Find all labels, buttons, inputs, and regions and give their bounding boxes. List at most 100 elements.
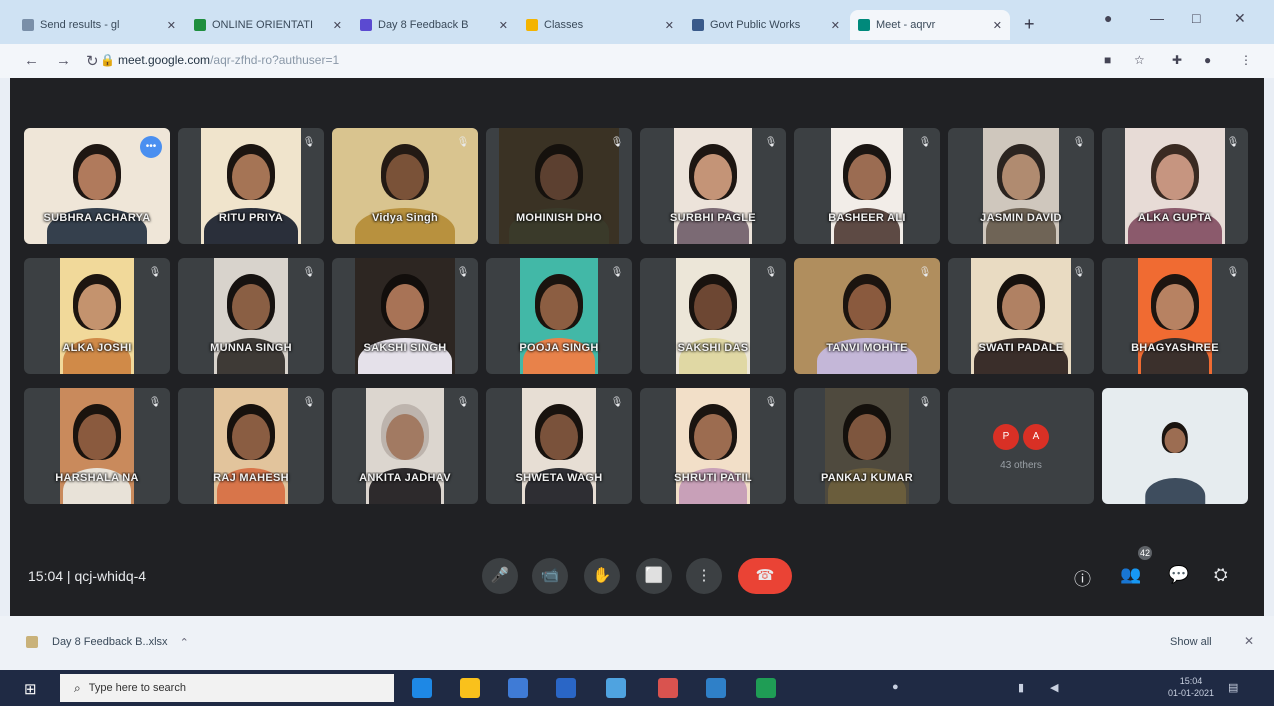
participant-tile[interactable]: SURBHI PAGLE 🎙 [640,128,786,244]
participant-name: SWATI PADALE [978,342,1064,354]
tab-close-icon[interactable]: ✕ [825,19,840,32]
participant-tile[interactable]: ALKA GUPTA 🎙 [1102,128,1248,244]
participant-video [60,258,134,374]
mic-off-icon: 🎙 [302,397,316,408]
windows-start-icon[interactable]: ⊞ [24,680,37,698]
extensions-icon[interactable]: ✚ [1172,53,1182,67]
tray-weather-icon[interactable]: ● [892,681,899,693]
browser-tab[interactable]: ONLINE ORIENTATI ✕ [186,10,350,40]
participant-tile[interactable]: Vidya Singh 🎙 [332,128,478,244]
profile-icon[interactable]: ● [1104,10,1112,26]
participant-tile[interactable]: ANKITA JADHAV 🎙 [332,388,478,504]
more-options-button[interactable]: ⋮ [686,558,722,594]
participant-tile[interactable]: HARSHALA NA 🎙 [24,388,170,504]
close-icon[interactable]: ✕ [1244,634,1254,648]
participant-face [232,414,270,460]
participant-tile[interactable]: ALKA JOSHI 🎙 [24,258,170,374]
meeting-info-icon[interactable]: ⓘ [1074,565,1091,590]
taskbar-clock[interactable]: 15:04 01-01-2021 [1168,675,1214,699]
camera-button[interactable]: 📹 [532,558,568,594]
participant-name: RITU PRIYA [218,212,284,224]
participant-tile[interactable]: SAKSHI SINGH 🎙 [332,258,478,374]
minimize-button[interactable]: — [1150,10,1164,26]
activities-icon[interactable]: ⛭ [1214,565,1228,585]
mic-icon: 🎤 [490,567,510,584]
participant-tile[interactable]: SWATI PADALE 🎙 [948,258,1094,374]
participant-tile[interactable] [1102,388,1248,504]
participant-tile[interactable]: PANKAJ KUMAR 🎙 [794,388,940,504]
tab-close-icon[interactable]: ✕ [327,19,342,32]
show-all-button[interactable]: Show all [1170,636,1212,648]
tab-favicon-icon [194,19,206,31]
tray-network-icon[interactable]: ▮ [1018,681,1024,694]
mic-off-icon: 🎙 [456,397,470,408]
tab-favicon-icon [360,19,372,31]
browser-tab[interactable]: Classes ✕ [518,10,682,40]
participant-face [232,284,270,330]
participant-face [1156,154,1194,200]
reload-icon[interactable]: ↻ [86,52,99,70]
taskbar-app-icon[interactable] [556,678,576,698]
chevron-up-icon[interactable]: ⌃ [180,636,189,649]
url-field[interactable]: meet.google.com/aqr-zfhd-ro?authuser=1 [118,53,339,67]
participant-tile[interactable]: RITU PRIYA 🎙 [178,128,324,244]
taskbar-app-icon[interactable] [412,678,432,698]
present-screen-button[interactable]: ⬜ [636,558,672,594]
forward-icon[interactable]: → [56,52,71,69]
tab-close-icon[interactable]: ✕ [659,19,674,32]
tab-close-icon[interactable]: ✕ [987,19,1002,32]
tab-close-icon[interactable]: ✕ [161,19,176,32]
taskbar-search[interactable]: ⌕ Type here to search [60,674,394,702]
participant-tile[interactable]: BASHEER ALI 🎙 [794,128,940,244]
camera-icon: 📹 [540,567,560,584]
tab-close-icon[interactable]: ✕ [493,19,508,32]
taskbar-app-icon[interactable] [508,678,528,698]
raise-hand-button[interactable]: ✋ [584,558,620,594]
browser-tab[interactable]: Day 8 Feedback B ✕ [352,10,516,40]
browser-tab[interactable]: Govt Public Works ✕ [684,10,848,40]
participant-tile[interactable]: RAJ MAHESH 🎙 [178,388,324,504]
mic-off-icon: 🎙 [610,397,624,408]
taskbar-app-icon[interactable] [658,678,678,698]
participant-tile[interactable]: SUBHRA ACHARYA ••• [24,128,170,244]
participant-tile[interactable]: SHWETA WAGH 🎙 [486,388,632,504]
taskbar-app-icon[interactable] [460,678,480,698]
people-icon[interactable]: 👥 [1120,565,1141,585]
end-call-button[interactable]: ☎ [738,558,792,594]
chat-icon[interactable]: 💬 [1168,565,1189,585]
browser-tab[interactable]: Send results - gl ✕ [14,10,184,40]
taskbar-app-icon[interactable] [706,678,726,698]
participant-tile[interactable]: SAKSHI DAS 🎙 [640,258,786,374]
lock-icon[interactable]: 🔒 [100,53,115,67]
taskbar-app-icon[interactable] [606,678,626,698]
notifications-icon[interactable]: ▤ [1228,681,1238,694]
mic-button[interactable]: 🎤 [482,558,518,594]
clock-time: 15:04 [1179,676,1203,686]
new-tab-button[interactable]: + [1024,14,1035,35]
participant-video [214,258,288,374]
maximize-button[interactable]: □ [1192,10,1200,26]
camera-permission-icon[interactable]: ■ [1104,53,1111,67]
account-icon[interactable]: ● [1204,53,1211,67]
browser-tab[interactable]: Meet - aqrvr ✕ [850,10,1010,40]
participant-tile[interactable]: JASMIN DAVID 🎙 [948,128,1094,244]
tab-favicon-icon [692,19,704,31]
close-window-button[interactable]: ✕ [1234,10,1246,27]
bookmark-star-icon[interactable]: ☆ [1134,53,1145,67]
taskbar-app-icon[interactable] [756,678,776,698]
participant-tile[interactable]: SHRUTI PATIL 🎙 [640,388,786,504]
tab-label: Send results - gl [40,19,120,31]
back-icon[interactable]: ← [24,52,39,69]
participant-tile[interactable]: POOJA SINGH 🎙 [486,258,632,374]
participant-tile[interactable]: BHAGYASHREE 🎙 [1102,258,1248,374]
download-item[interactable]: Day 8 Feedback B..xlsx ⌃ [26,630,189,654]
participant-name: SAKSHI SINGH [363,342,447,354]
participant-video [676,258,750,374]
participant-tile[interactable]: MUNNA SINGH 🎙 [178,258,324,374]
menu-icon[interactable]: ⋮ [1240,53,1252,67]
participant-tile[interactable]: P A 43 others [948,388,1094,504]
participant-tile[interactable]: TANVI MOHITE 🎙 [794,258,940,374]
participant-tile[interactable]: MOHINISH DHO 🎙 [486,128,632,244]
tray-volume-icon[interactable]: ◀ [1050,681,1058,694]
participant-name: SUBHRA ACHARYA [43,212,151,224]
